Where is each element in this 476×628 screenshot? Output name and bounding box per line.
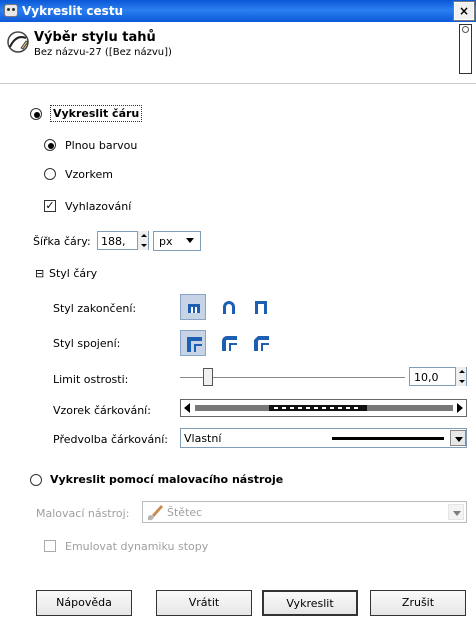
cap-square-button[interactable]	[248, 294, 274, 320]
close-button[interactable]: ×	[453, 1, 475, 21]
join-round-button[interactable]	[216, 330, 242, 356]
dash-preset-label: Předvolba čárkování:	[53, 433, 168, 446]
join-miter-button[interactable]	[180, 330, 206, 356]
chevron-down-icon	[186, 238, 194, 243]
window-title: Vykreslit cestu	[22, 4, 124, 18]
line-width-label: Šířka čáry:	[33, 235, 91, 248]
join-style-label: Styl spojení:	[53, 337, 121, 350]
paint-tool-select[interactable]: Štětec	[142, 501, 467, 523]
reset-button[interactable]: Vrátit	[156, 590, 252, 616]
antialias-label[interactable]: Vyhlazování	[65, 200, 131, 213]
chevron-down-icon[interactable]	[450, 430, 466, 446]
miter-limit-value[interactable]: 10,0	[414, 371, 439, 384]
unit-select[interactable]: px	[153, 231, 201, 251]
dash-pattern-label: Vzorek čárkování:	[53, 404, 151, 417]
solid-color-radio[interactable]	[44, 139, 56, 151]
dash-pattern-editor[interactable]	[180, 399, 467, 417]
cap-butt-icon	[188, 304, 200, 313]
join-round-icon	[222, 336, 237, 351]
help-button[interactable]: Nápověda	[36, 590, 132, 616]
paintbrush-icon	[147, 505, 163, 521]
stroke-line-radio[interactable]	[30, 108, 42, 120]
chevron-down-icon[interactable]	[448, 504, 464, 520]
cap-butt-button[interactable]	[180, 294, 206, 320]
dash-preset-value: Vlastní	[184, 432, 222, 445]
line-style-expander[interactable]: Styl čáry	[49, 267, 97, 280]
dash-pattern-graphic	[184, 403, 463, 413]
antialias-checkbox[interactable]: ✓	[44, 200, 56, 212]
line-width-spinner[interactable]: 188,	[97, 231, 149, 250]
miter-limit-slider[interactable]	[180, 377, 405, 379]
unit-value: px	[159, 235, 173, 248]
line-width-value[interactable]: 188,	[101, 235, 126, 248]
paint-tool-value: Štětec	[167, 506, 203, 519]
join-miter-icon	[187, 337, 202, 352]
line-width-spin-arrows[interactable]	[137, 231, 148, 250]
stroke-path-icon	[7, 31, 29, 53]
solid-color-label[interactable]: Plnou barvou	[65, 139, 137, 152]
paint-tool-select-label: Malovací nástroj:	[36, 507, 130, 520]
stroke-button[interactable]: Vykreslit	[262, 590, 358, 616]
emulate-dynamics-checkbox[interactable]	[44, 540, 56, 552]
cap-round-icon	[223, 301, 235, 314]
miter-spin-arrows[interactable]	[455, 367, 466, 386]
cap-style-label: Styl zakončení:	[53, 302, 137, 315]
header-subtitle: Bez názvu-27 ([Bez názvu])	[34, 47, 172, 58]
header-preview-scroll[interactable]	[459, 24, 472, 74]
join-bevel-button[interactable]	[248, 330, 274, 356]
cap-square-icon	[255, 301, 267, 314]
pattern-radio[interactable]	[44, 168, 56, 180]
paint-tool-radio[interactable]	[30, 474, 42, 486]
join-bevel-icon	[254, 336, 269, 351]
window-titlebar: Vykreslit cestu ×	[0, 0, 476, 22]
dash-preset-preview	[332, 437, 444, 440]
paint-tool-label[interactable]: Vykreslit pomocí malovacího nástroje	[50, 473, 283, 486]
expander-icon[interactable]: ⊟	[35, 267, 44, 280]
gimp-app-icon	[4, 4, 18, 17]
header-title: Výběr stylu tahů	[34, 30, 156, 45]
miter-limit-label: Limit ostrosti:	[53, 373, 129, 386]
dash-preset-select[interactable]: Vlastní	[180, 428, 467, 448]
miter-limit-slider-thumb[interactable]	[202, 368, 213, 386]
dialog-header: Výběr stylu tahů Bez názvu-27 ([Bez názv…	[0, 22, 476, 84]
emulate-dynamics-label[interactable]: Emulovat dynamiku stopy	[65, 540, 208, 553]
stroke-line-label[interactable]: Vykreslit čáru	[50, 105, 143, 122]
miter-limit-spinner[interactable]: 10,0	[409, 367, 467, 386]
cap-round-button[interactable]	[216, 294, 242, 320]
cancel-button[interactable]: Zrušit	[370, 590, 466, 616]
pattern-label[interactable]: Vzorkem	[65, 168, 113, 181]
